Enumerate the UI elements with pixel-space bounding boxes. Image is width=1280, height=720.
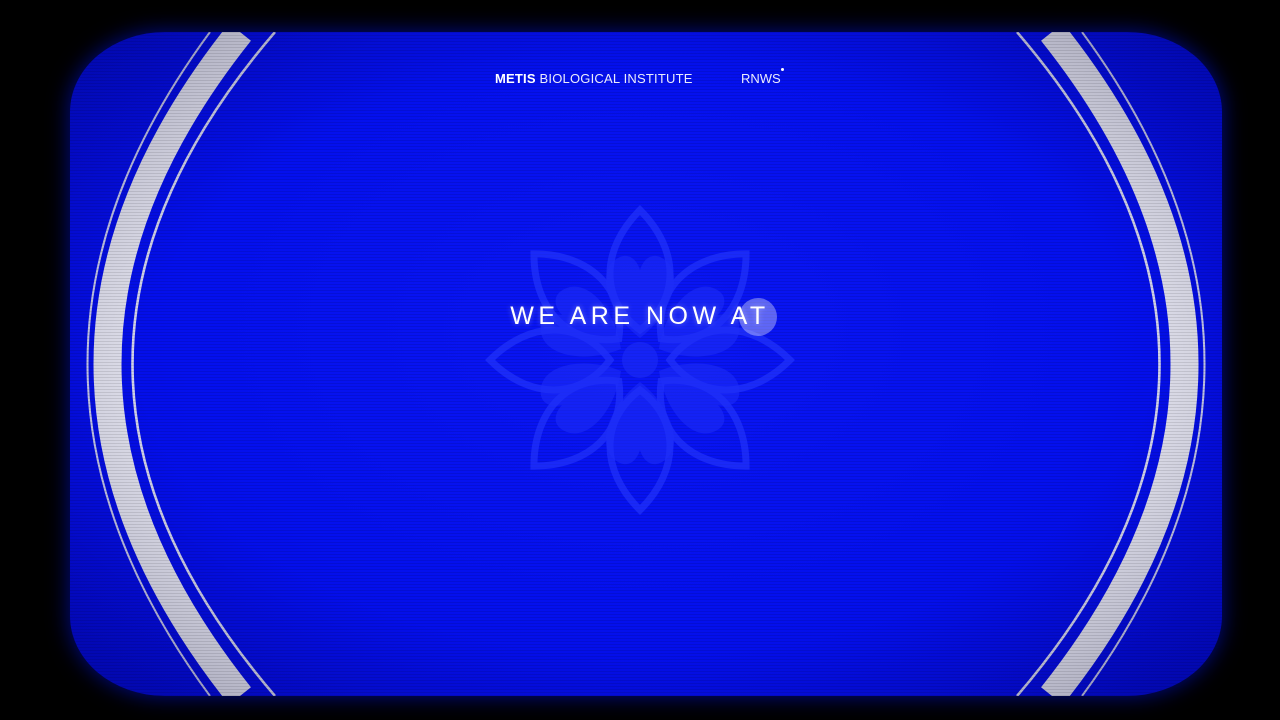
app-viewport: METIS BIOLOGICAL INSTITUTE RNWS WE ARE N… (0, 0, 1280, 720)
brand-name-rest: BIOLOGICAL INSTITUTE (539, 71, 693, 86)
top-navigation: METIS BIOLOGICAL INSTITUTE RNWS (0, 68, 1280, 90)
cursor-circle-icon (739, 298, 777, 336)
hero-headline: WE ARE NOW AT (510, 302, 770, 330)
news-nav-link[interactable]: RNWS (741, 71, 781, 86)
brand-logo-link[interactable]: METIS BIOLOGICAL INSTITUTE (495, 71, 693, 86)
brand-name-bold: METIS (495, 71, 536, 86)
dot-icon (781, 68, 784, 71)
flower-emblem-icon (485, 205, 795, 515)
